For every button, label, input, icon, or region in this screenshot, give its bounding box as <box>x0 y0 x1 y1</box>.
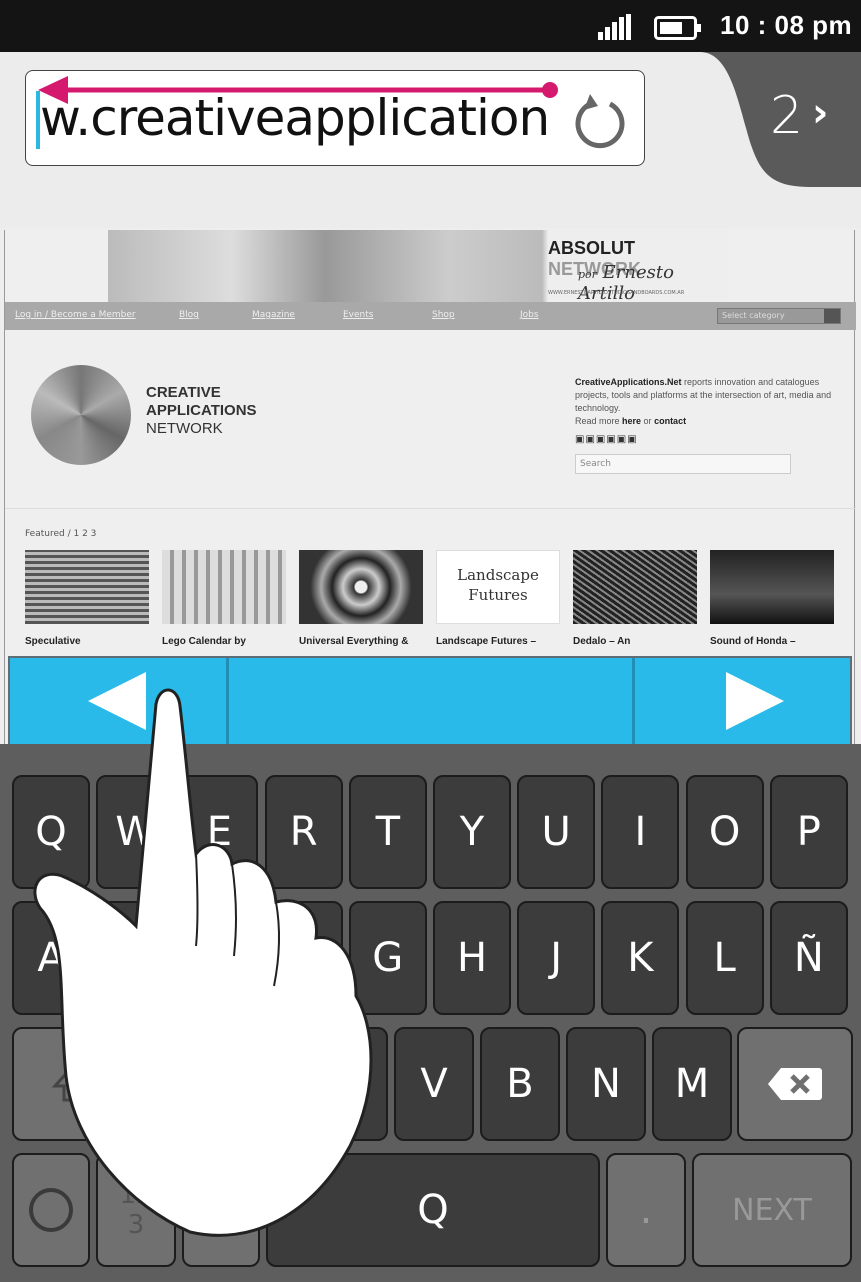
key-m[interactable]: M <box>652 1027 732 1141</box>
site-nav: Log in / Become a Member Blog Magazine E… <box>5 302 856 330</box>
about-name: CreativeApplications.Net <box>575 377 682 387</box>
site-search-input[interactable]: Search <box>575 454 791 474</box>
banner-brand: ABSOLUT <box>548 238 635 258</box>
nav-blog[interactable]: Blog <box>179 310 199 320</box>
key-v[interactable]: V <box>394 1027 474 1141</box>
article-title[interactable]: Universal Everything & <box>299 635 429 648</box>
article-title[interactable]: Sound of Honda – <box>710 635 840 648</box>
signal-icon <box>598 14 631 40</box>
article-thumb[interactable] <box>710 550 834 624</box>
backspace-icon <box>768 1068 822 1100</box>
separator <box>632 658 635 744</box>
about-contact-link[interactable]: contact <box>654 416 686 426</box>
nav-events[interactable]: Events <box>343 310 373 320</box>
key-o[interactable]: O <box>685 775 764 889</box>
article-thumb[interactable] <box>299 550 423 624</box>
nav-magazine[interactable]: Magazine <box>252 310 295 320</box>
key-ñ[interactable]: Ñ <box>769 901 848 1015</box>
battery-icon <box>654 16 701 40</box>
article-thumb[interactable] <box>25 550 149 624</box>
tab-count: 2 <box>770 86 804 146</box>
article-thumb[interactable] <box>162 550 286 624</box>
chevron-right-icon: › <box>812 90 829 136</box>
site-description: CreativeApplications.Net reports innovat… <box>575 376 845 428</box>
swipe-left-arrow <box>38 76 558 104</box>
period-key[interactable]: . <box>606 1153 686 1267</box>
key-p[interactable]: P <box>769 775 848 889</box>
banner-url: WWW.ERNESTOARTILLOSTUDIOSANDBOARDS.COM.A… <box>548 290 685 296</box>
featured-label[interactable]: Featured / 1 2 3 <box>25 529 96 539</box>
article-thumb[interactable]: Landscape Futures <box>436 550 560 624</box>
category-select[interactable]: Select category <box>717 308 841 324</box>
category-select-label: Select category <box>722 311 785 320</box>
clock: 10 : 08 pm <box>720 10 853 40</box>
divider <box>5 508 856 509</box>
key-y[interactable]: Y <box>433 775 511 889</box>
banner-por: por <box>578 268 597 281</box>
about-more: Read more <box>575 416 623 426</box>
backspace-key[interactable] <box>737 1027 853 1141</box>
logo-line3: NETWORK <box>146 420 223 437</box>
chevron-down-icon <box>824 309 840 323</box>
site-logo-icon[interactable] <box>31 365 131 465</box>
key-h[interactable]: H <box>433 901 511 1015</box>
reload-icon[interactable] <box>568 88 632 152</box>
nav-shop[interactable]: Shop <box>432 310 455 320</box>
thumb-text: Landscape <box>457 566 539 584</box>
logo-line2: APPLICATIONS <box>146 402 257 419</box>
key-b[interactable]: B <box>480 1027 560 1141</box>
logo-line1: CREATIVE <box>146 384 221 401</box>
nav-jobs[interactable]: Jobs <box>520 310 539 320</box>
key-n[interactable]: N <box>566 1027 646 1141</box>
about-or: or <box>641 416 655 426</box>
thumb-text: Futures <box>468 586 528 604</box>
article-thumb[interactable] <box>573 550 697 624</box>
next-key[interactable]: NEXT <box>692 1153 852 1267</box>
about-here-link[interactable]: here <box>622 416 641 426</box>
article-title[interactable]: Speculative <box>25 635 155 648</box>
social-icons[interactable]: ▣▣▣▣▣▣ <box>575 434 638 445</box>
ad-banner[interactable]: ABSOLUT NETWORK por Ernesto Artillo WWW.… <box>108 230 728 304</box>
hand-gesture-icon <box>33 688 373 1237</box>
key-k[interactable]: K <box>601 901 680 1015</box>
article-title[interactable]: Lego Calendar by <box>162 635 292 648</box>
article-title[interactable]: Landscape Futures – <box>436 635 566 648</box>
nav-login[interactable]: Log in / Become a Member <box>15 310 136 320</box>
key-i[interactable]: I <box>601 775 680 889</box>
site-logo-text[interactable]: CREATIVE APPLICATIONS NETWORK <box>146 384 257 438</box>
key-l[interactable]: L <box>685 901 764 1015</box>
status-bar: 10 : 08 pm <box>0 0 861 52</box>
key-j[interactable]: J <box>517 901 596 1015</box>
cursor-right-button[interactable] <box>722 672 784 730</box>
article-title[interactable]: Dedalo – An <box>573 635 703 648</box>
key-u[interactable]: U <box>517 775 596 889</box>
